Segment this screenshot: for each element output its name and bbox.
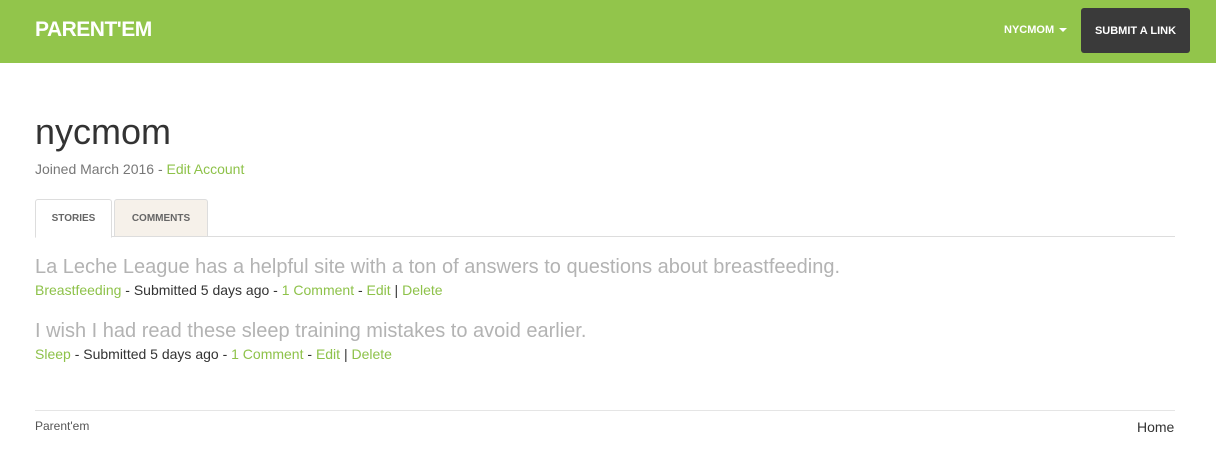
- submitted-text: - Submitted 5 days ago -: [121, 282, 282, 298]
- user-menu-label: NYCMOM: [1004, 24, 1055, 36]
- meta-separator: |: [390, 282, 403, 298]
- joined-date: Joined March 2016: [35, 161, 155, 177]
- footer-brand: Parent'em: [35, 419, 90, 433]
- story-meta: Breastfeeding - Submitted 5 days ago - 1…: [35, 282, 840, 298]
- submit-link-button[interactable]: SUBMIT A LINK: [1081, 8, 1190, 53]
- brand-logo[interactable]: PARENT'EM: [35, 18, 152, 42]
- profile-meta: Joined March 2016 - Edit Account: [35, 161, 244, 177]
- footer-home-link[interactable]: Home: [1137, 419, 1174, 435]
- story-title-link[interactable]: La Leche League has a helpful site with …: [35, 256, 840, 279]
- story-title-link[interactable]: I wish I had read these sleep training m…: [35, 320, 586, 343]
- comments-link[interactable]: 1 Comment: [282, 282, 354, 298]
- story-item: La Leche League has a helpful site with …: [35, 256, 840, 298]
- tab-stories[interactable]: STORIES: [35, 199, 112, 238]
- category-link[interactable]: Sleep: [35, 346, 71, 362]
- meta-separator: -: [303, 346, 316, 362]
- story-meta: Sleep - Submitted 5 days ago - 1 Comment…: [35, 346, 586, 362]
- user-menu-dropdown[interactable]: NYCMOM: [1004, 24, 1068, 36]
- tab-comments[interactable]: COMMENTS: [114, 199, 208, 237]
- page-title: nycmom: [35, 111, 172, 152]
- top-navbar: PARENT'EM NYCMOM SUBMIT A LINK: [0, 0, 1216, 63]
- caret-down-icon: [1059, 28, 1068, 33]
- meta-separator: -: [154, 161, 167, 177]
- edit-link[interactable]: Edit: [316, 346, 340, 362]
- submitted-text: - Submitted 5 days ago -: [70, 346, 232, 362]
- comments-link[interactable]: 1 Comment: [231, 346, 303, 362]
- delete-link[interactable]: Delete: [402, 282, 442, 298]
- edit-link[interactable]: Edit: [367, 282, 391, 298]
- meta-separator: |: [340, 346, 352, 362]
- story-item: I wish I had read these sleep training m…: [35, 320, 586, 362]
- edit-account-link[interactable]: Edit Account: [167, 161, 245, 177]
- profile-tabs: STORIES COMMENTS: [35, 199, 1175, 238]
- category-link[interactable]: Breastfeeding: [35, 282, 121, 298]
- footer-divider: [35, 410, 1175, 411]
- delete-link[interactable]: Delete: [351, 346, 391, 362]
- meta-separator: -: [354, 282, 367, 298]
